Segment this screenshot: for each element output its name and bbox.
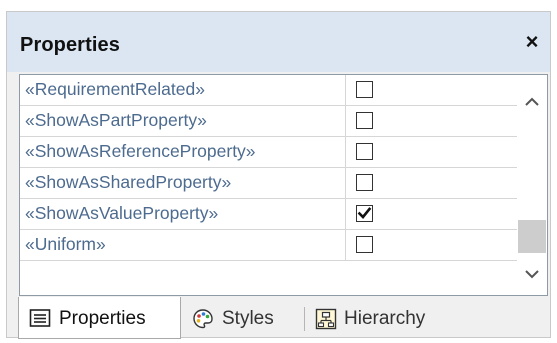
property-checkbox[interactable] [356,81,373,98]
property-row[interactable]: «Uniform» [20,230,517,261]
palette-icon [192,308,214,336]
property-checkbox[interactable] [356,143,373,160]
property-row[interactable]: «ShowAsPartProperty» [20,106,517,137]
tab-hierarchy[interactable]: Hierarchy [307,297,457,339]
vertical-scrollbar[interactable] [517,75,547,295]
tab-label: Hierarchy [344,308,426,329]
column-divider [345,106,346,136]
property-row[interactable]: «ShowAsReferenceProperty» [20,137,517,168]
column-divider [345,199,346,229]
scroll-down-icon[interactable] [517,259,547,289]
column-divider [345,137,346,167]
close-icon[interactable]: × [520,30,544,54]
scrollbar-thumb[interactable] [518,220,546,253]
scroll-up-icon[interactable] [517,87,547,117]
tab-label: Styles [222,308,274,329]
property-name: «ShowAsValueProperty» [25,203,219,223]
panel-tabs: Properties Styles Hierarchy [7,297,550,339]
property-checkbox[interactable] [356,174,373,191]
checkmark-icon [357,207,372,219]
property-row[interactable]: «ShowAsValueProperty» [20,199,517,230]
hierarchy-icon [315,308,337,336]
property-checkbox[interactable] [356,236,373,253]
property-name: «ShowAsSharedProperty» [25,172,232,192]
tab-separator [304,307,305,331]
property-checkbox[interactable] [356,205,373,222]
tab-label: Properties [59,308,146,329]
property-row[interactable]: «RequirementRelated» [20,75,517,106]
properties-grid: «RequirementRelated» «ShowAsPartProperty… [19,74,548,296]
column-divider [345,168,346,198]
property-name: «Uniform» [25,234,106,254]
properties-list-icon [29,308,51,334]
property-name: «ShowAsReferenceProperty» [25,141,256,161]
property-checkbox[interactable] [356,112,373,129]
property-row[interactable]: «ShowAsSharedProperty» [20,168,517,199]
tab-properties[interactable]: Properties [18,297,181,339]
properties-panel: Properties × «RequirementRelated» «ShowA… [6,11,551,339]
property-name: «RequirementRelated» [25,79,205,99]
panel-title: Properties [20,34,120,56]
property-name: «ShowAsPartProperty» [25,110,207,130]
panel-title-bar: Properties × [7,12,550,72]
tab-styles[interactable]: Styles [181,297,301,339]
column-divider [345,75,346,105]
column-divider [345,230,346,260]
